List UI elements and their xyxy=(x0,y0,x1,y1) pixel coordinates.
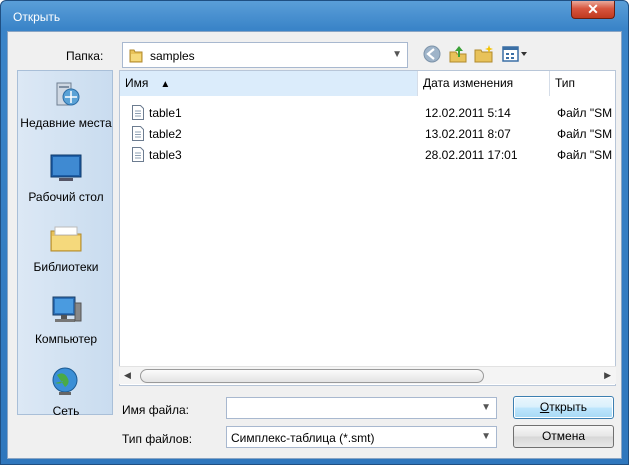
computer-icon xyxy=(52,296,82,322)
file-list: Имя ▲ Дата изменения Тип table1 12.02.201… xyxy=(119,70,616,386)
place-recent[interactable]: Недавние места xyxy=(18,77,114,131)
place-desktop[interactable]: Рабочий стол xyxy=(18,151,114,205)
new-folder-icon[interactable] xyxy=(474,44,494,64)
place-label: Сеть xyxy=(52,404,80,418)
place-label: Рабочий стол xyxy=(28,190,104,204)
column-header-date[interactable]: Дата изменения xyxy=(418,71,550,96)
view-menu-icon[interactable] xyxy=(502,44,528,64)
file-type: Файл "SM xyxy=(557,106,613,120)
cancel-button[interactable]: Отмена xyxy=(513,425,614,448)
column-header-type[interactable]: Тип xyxy=(550,71,615,96)
up-folder-icon[interactable] xyxy=(448,44,468,64)
scrollbar-thumb[interactable] xyxy=(140,369,484,383)
file-name: table1 xyxy=(149,106,182,120)
column-header-name[interactable]: Имя ▲ xyxy=(120,71,418,96)
file-row[interactable]: table1 12.02.2011 5:14 Файл "SM xyxy=(120,102,615,123)
filename-input[interactable]: ▼ xyxy=(226,397,497,419)
place-network[interactable]: Сеть xyxy=(18,365,114,419)
places-bar: Недавние места Рабочий стол Библиотеки К… xyxy=(17,70,114,418)
recent-places-icon xyxy=(56,82,80,106)
folder-label: Папка: xyxy=(66,49,104,63)
close-button[interactable]: ✕ xyxy=(571,1,615,19)
chevron-down-icon[interactable]: ▼ xyxy=(481,402,491,413)
scroll-left-icon[interactable]: ◀ xyxy=(124,370,131,381)
document-icon xyxy=(132,105,144,120)
folder-combo[interactable]: samples ▼ xyxy=(122,42,408,68)
libraries-icon xyxy=(50,226,82,252)
file-date: 13.02.2011 8:07 xyxy=(425,127,511,141)
chevron-down-icon: ▼ xyxy=(392,49,402,60)
folder-icon xyxy=(129,49,143,63)
document-icon xyxy=(132,126,144,141)
file-name: table2 xyxy=(149,127,182,141)
place-label: Недавние места xyxy=(20,116,112,130)
place-computer[interactable]: Компьютер xyxy=(18,293,114,347)
network-icon xyxy=(52,367,78,395)
file-date: 28.02.2011 17:01 xyxy=(425,148,518,162)
dialog-client-area: Папка: samples ▼ Недавние места Рабочий … xyxy=(7,31,622,459)
scroll-right-icon[interactable]: ▶ xyxy=(604,370,611,381)
place-libraries[interactable]: Библиотеки xyxy=(18,221,114,275)
file-type: Файл "SM xyxy=(557,127,613,141)
open-button[interactable]: Открыть xyxy=(513,396,614,419)
file-date: 12.02.2011 5:14 xyxy=(425,106,511,120)
folder-name: samples xyxy=(150,49,195,63)
open-file-dialog: Открыть ✕ Папка: samples ▼ Недавние мест… xyxy=(0,0,629,465)
file-row[interactable]: table3 28.02.2011 17:01 Файл "SM xyxy=(120,144,615,165)
filetype-value: Симплекс-таблица (*.smt) xyxy=(231,431,375,445)
filetype-select[interactable]: Симплекс-таблица (*.smt) ▼ xyxy=(226,426,497,448)
file-row[interactable]: table2 13.02.2011 8:07 Файл "SM xyxy=(120,123,615,144)
place-label: Библиотеки xyxy=(33,260,99,274)
file-type: Файл "SM xyxy=(557,148,613,162)
sort-ascending-icon: ▲ xyxy=(160,79,171,90)
filename-label: Имя файла: xyxy=(122,403,189,417)
back-icon[interactable] xyxy=(422,44,442,64)
filetype-label: Тип файлов: xyxy=(122,432,193,446)
chevron-down-icon[interactable]: ▼ xyxy=(481,431,491,442)
desktop-icon xyxy=(50,154,82,181)
window-title: Открыть xyxy=(13,10,61,24)
file-name: table3 xyxy=(149,148,182,162)
document-icon xyxy=(132,147,144,162)
horizontal-scrollbar[interactable]: ◀ ▶ xyxy=(119,366,616,384)
place-label: Компьютер xyxy=(34,332,98,346)
